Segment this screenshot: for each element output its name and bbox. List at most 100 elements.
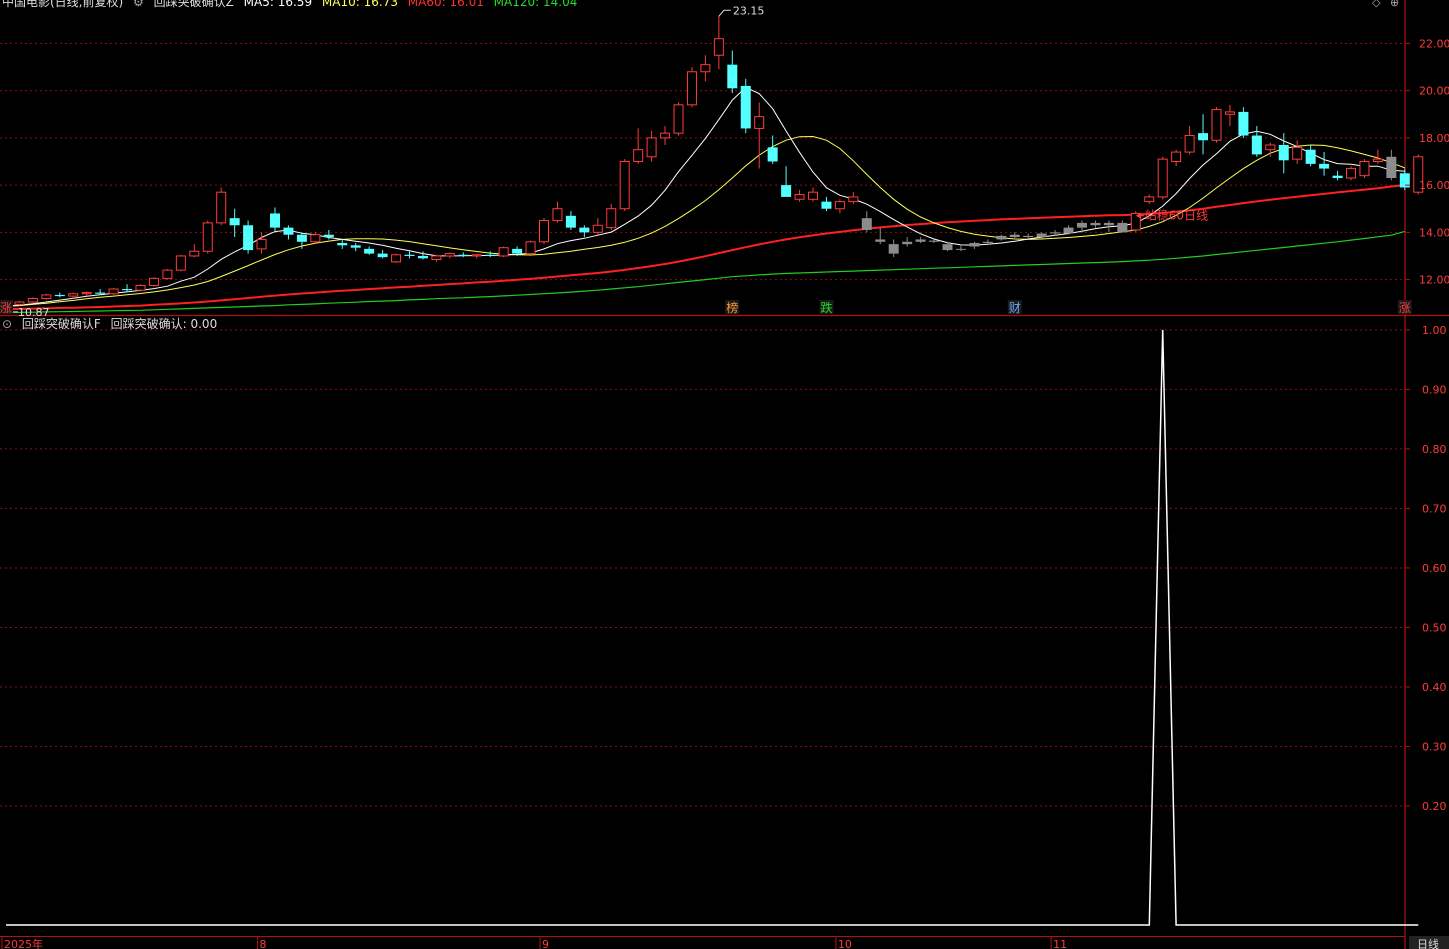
candle-body: [162, 269, 173, 279]
candle: [485, 251, 496, 258]
candle-body: [902, 241, 913, 245]
candle: [189, 244, 200, 258]
candle: [1144, 194, 1155, 205]
candle: [1198, 114, 1209, 155]
candle: [1399, 168, 1410, 190]
candle: [337, 239, 348, 249]
candle-body: [1077, 222, 1087, 228]
candle-body: [633, 149, 644, 162]
candle-body: [1319, 163, 1330, 169]
candle-body: [848, 196, 859, 203]
period-label[interactable]: 日线: [1417, 937, 1439, 949]
candle: [1386, 149, 1397, 181]
candle-body: [539, 220, 549, 243]
candle-body: [243, 225, 254, 251]
top-panel-header: 中国电影(日线,前复权) ⚙ 回踩突破确认Z MA5: 16.59 MA10: …: [2, 0, 583, 9]
candle: [1090, 220, 1101, 228]
candle: [1224, 104, 1235, 127]
candle: [1211, 107, 1222, 143]
candle: [606, 204, 617, 230]
y-tick-label: 0.60: [1422, 562, 1447, 575]
candle: [283, 225, 294, 240]
candle-body: [1359, 161, 1370, 177]
candle: [754, 102, 765, 169]
y-tick-label: 1.00: [1422, 324, 1447, 337]
sub-indicator-name[interactable]: 回踩突破确认F: [22, 317, 101, 331]
candle-body: [1009, 234, 1020, 238]
candle: [1157, 156, 1168, 200]
candle-body: [27, 297, 38, 303]
candle: [1332, 170, 1343, 181]
y-tick-label: 0.40: [1422, 681, 1447, 694]
candle: [592, 218, 603, 235]
candle: [660, 126, 671, 145]
candle: [619, 159, 630, 212]
candle-body: [512, 248, 523, 254]
candle-body: [700, 64, 711, 73]
candle: [256, 232, 267, 254]
candle-body: [1144, 196, 1155, 203]
candle-body: [660, 132, 671, 139]
candle-body: [673, 104, 684, 134]
candle-body: [1036, 233, 1047, 238]
candle-body: [296, 234, 307, 242]
candle-body: [592, 224, 603, 233]
candle-body: [14, 301, 25, 305]
candle: [296, 232, 307, 249]
window-controls: ◇ ⊕: [1372, 0, 1405, 10]
candle: [848, 192, 859, 205]
y-tick-label: 18.00: [1419, 132, 1449, 145]
candle-body: [888, 244, 899, 254]
candle: [821, 196, 832, 212]
candle-body: [431, 255, 442, 261]
candle: [54, 292, 65, 298]
candle: [969, 241, 980, 249]
candle-body: [471, 254, 482, 257]
candle: [713, 16, 724, 70]
candle: [633, 128, 644, 164]
stock-title[interactable]: 中国电影(日线,前复权): [2, 0, 123, 9]
candle: [1305, 144, 1316, 167]
candle-body: [364, 248, 375, 254]
candle: [915, 237, 926, 243]
candle-body: [417, 255, 428, 259]
x-tick-label: 9: [542, 938, 549, 949]
bottom-panel-grid: [0, 329, 1405, 807]
y-tick-label: 0.80: [1422, 443, 1447, 456]
indicator-name[interactable]: 回踩突破确认Z: [154, 0, 234, 9]
event-marker: 榜: [726, 300, 738, 315]
candle-body: [875, 239, 886, 242]
candle-body: [81, 292, 92, 295]
y-tick-label: 12.00: [1419, 274, 1449, 287]
event-marker: 涨: [1399, 300, 1411, 315]
settings-icon[interactable]: ◇: [1372, 0, 1380, 9]
chart-frame: [0, 0, 1449, 949]
candle: [216, 187, 227, 226]
candle: [1251, 126, 1262, 157]
candle: [767, 135, 778, 164]
candle: [673, 102, 684, 136]
gear-icon[interactable]: ⚙: [133, 0, 144, 9]
candle-body: [216, 191, 227, 224]
candle-body: [1023, 235, 1034, 238]
candle-body: [525, 241, 536, 255]
candle-body: [1278, 144, 1289, 161]
ma5-value: MA5: 16.59: [243, 0, 313, 9]
candle: [431, 254, 442, 262]
close-icon[interactable]: ⊕: [1390, 0, 1399, 9]
candle: [162, 268, 173, 280]
candle-body: [996, 235, 1007, 240]
candle-body: [283, 227, 294, 235]
candle-body: [1305, 149, 1316, 164]
candle-body: [565, 215, 576, 228]
candle-body: [1346, 168, 1356, 179]
candle-body: [1238, 111, 1249, 136]
candle-body: [148, 277, 159, 286]
candle: [539, 218, 549, 245]
candle: [525, 240, 536, 255]
candle: [471, 253, 482, 259]
candle-body: [552, 208, 563, 222]
candle-body: [189, 250, 200, 257]
chevron-down-icon[interactable]: ⊙: [2, 317, 12, 331]
candle-body: [834, 201, 845, 210]
